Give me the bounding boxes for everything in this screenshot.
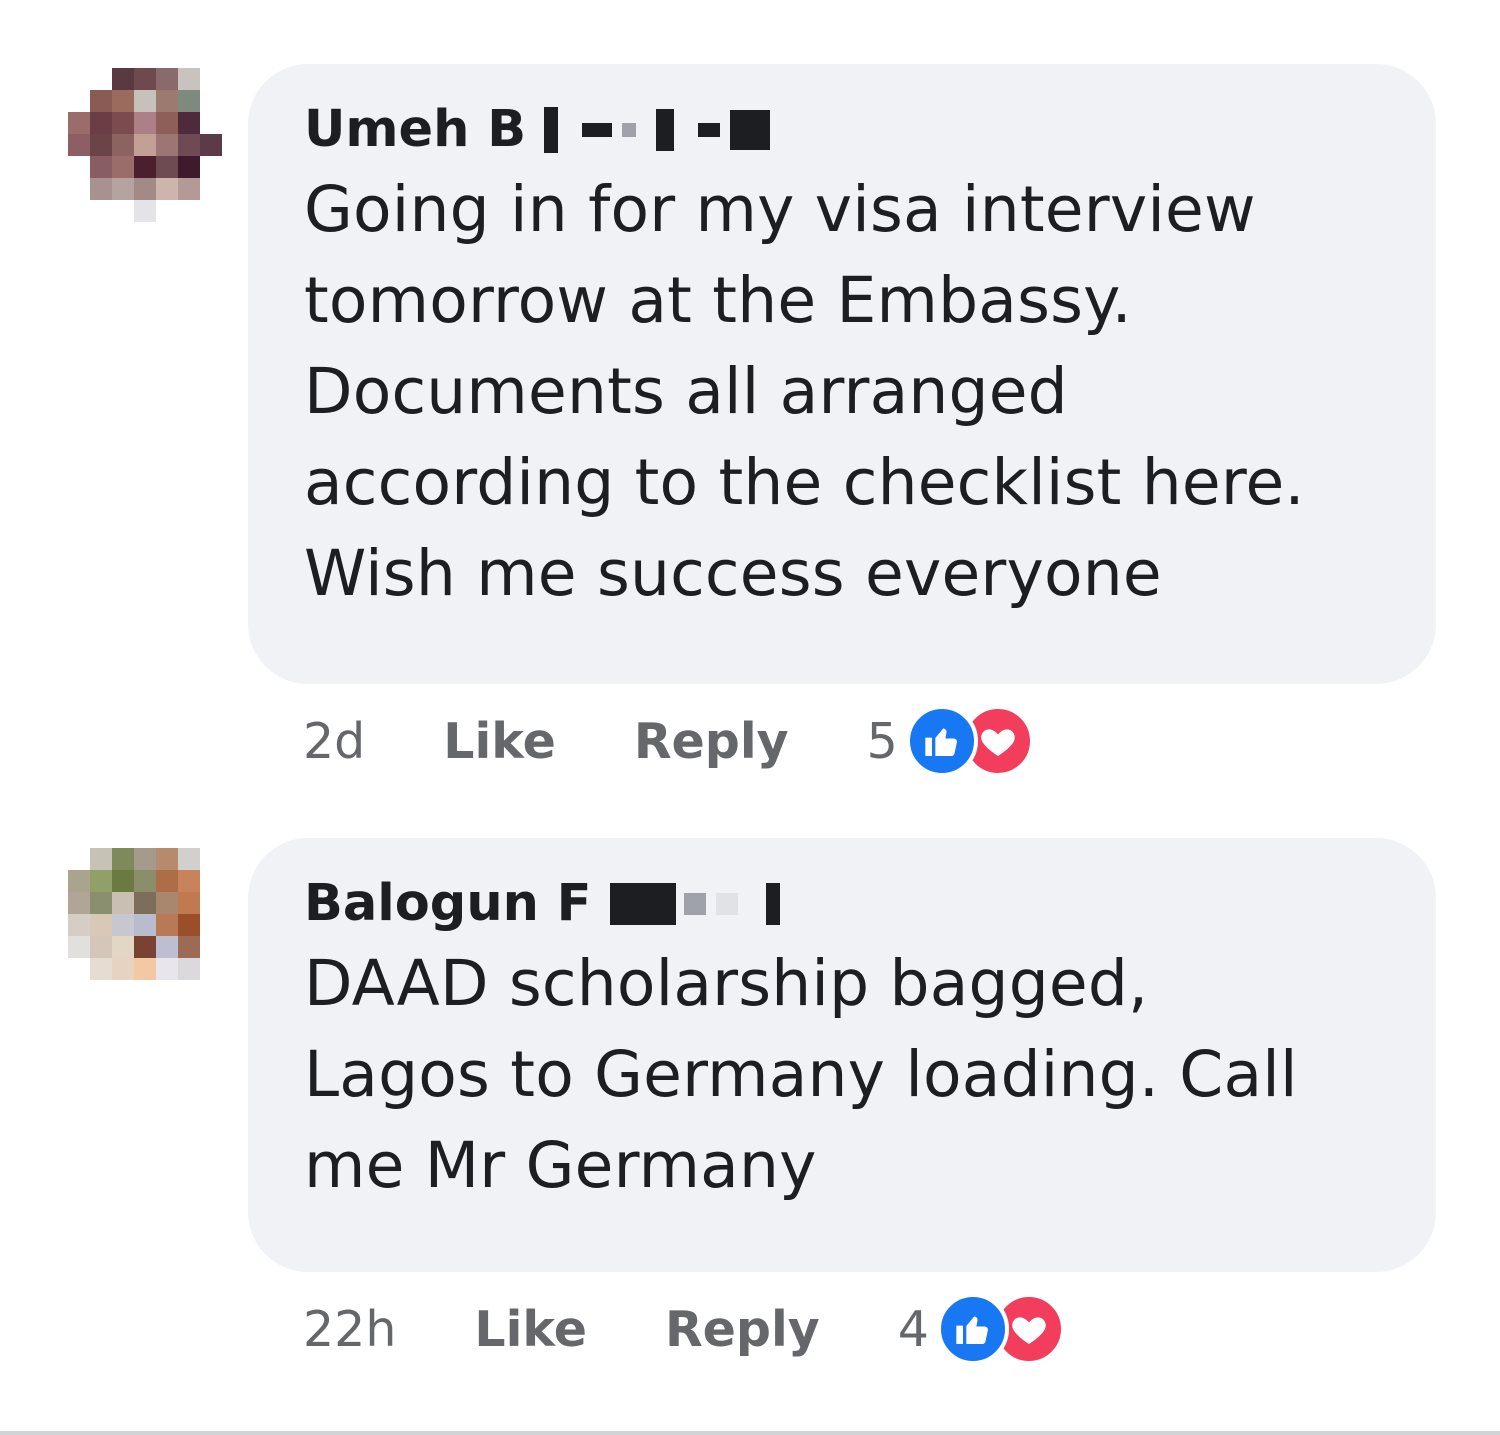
comment-text-line: DAAD scholarship bagged,	[304, 947, 1149, 1020]
comment-text-line: tomorrow at the Embassy.	[304, 264, 1132, 337]
avatar[interactable]	[68, 68, 224, 224]
redacted-name	[609, 883, 780, 925]
reaction-icons[interactable]	[936, 1293, 1072, 1365]
comment-timestamp[interactable]: 2d	[303, 713, 365, 770]
like-icon	[905, 705, 978, 777]
comment-text: Going in for my visa interview tomorrow …	[304, 164, 1380, 619]
reaction-count[interactable]: 5	[867, 713, 898, 770]
comment-timestamp[interactable]: 22h	[303, 1301, 396, 1358]
like-icon	[936, 1293, 1009, 1365]
comment-author[interactable]: Umeh B	[304, 98, 1380, 162]
comment-bubble: Balogun F DAAD scholarship bagged, Lagos…	[248, 838, 1436, 1272]
comment-text-line: according to the checklist here.	[304, 446, 1305, 519]
comment-bubble: Umeh B Going in for my visa interview to…	[248, 64, 1436, 684]
comment-text-line: Lagos to Germany loading. Call	[304, 1038, 1298, 1111]
reply-button[interactable]: Reply	[665, 1301, 820, 1358]
comment-author[interactable]: Balogun F	[304, 872, 1380, 936]
author-name: Umeh B	[304, 100, 527, 159]
comment-text-line: Wish me success everyone	[304, 537, 1162, 610]
avatar[interactable]	[68, 848, 224, 1004]
redacted-name	[544, 107, 771, 153]
reaction-count[interactable]: 4	[898, 1301, 929, 1358]
reply-button[interactable]: Reply	[634, 713, 789, 770]
comment-actions: 2d Like Reply 5	[303, 705, 1041, 777]
comment-text-line: Going in for my visa interview	[304, 173, 1256, 246]
comment-text: DAAD scholarship bagged, Lagos to German…	[304, 938, 1380, 1211]
reaction-icons[interactable]	[905, 705, 1041, 777]
like-button[interactable]: Like	[474, 1301, 587, 1358]
comment-text-line: Documents all arranged	[304, 355, 1068, 428]
comment-text-line: me Mr Germany	[304, 1129, 817, 1202]
comment-actions: 22h Like Reply 4	[303, 1293, 1072, 1365]
divider	[0, 1431, 1500, 1435]
author-name: Balogun F	[304, 874, 592, 933]
like-button[interactable]: Like	[443, 713, 556, 770]
